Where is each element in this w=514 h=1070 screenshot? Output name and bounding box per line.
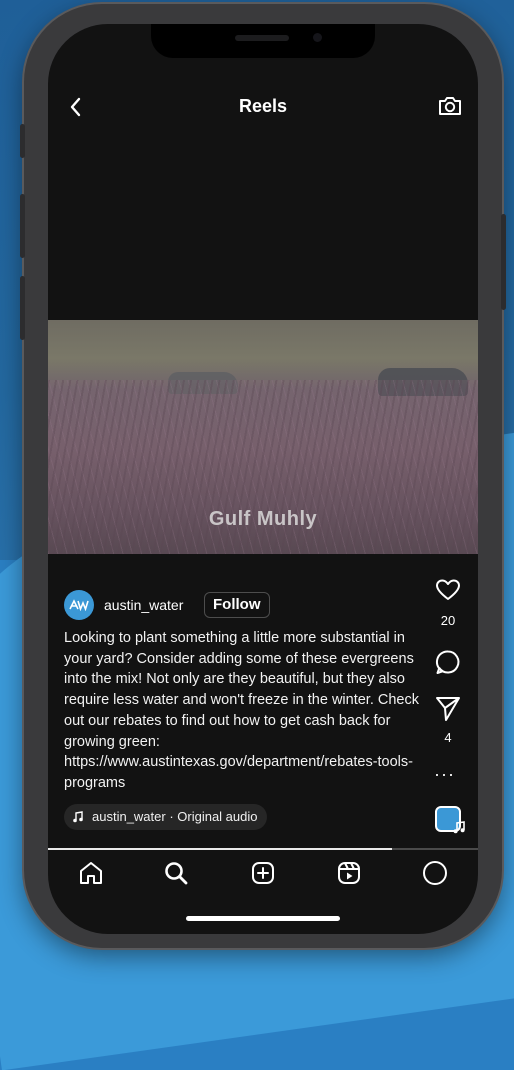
nav-profile-button[interactable] [420, 858, 450, 888]
earpiece-speaker [235, 35, 289, 41]
like-count: 20 [440, 613, 456, 628]
follow-button[interactable]: Follow [204, 592, 270, 618]
like-button[interactable] [434, 576, 462, 604]
music-note-icon [73, 811, 83, 823]
front-camera [313, 33, 322, 42]
comment-icon [436, 650, 460, 674]
nav-reels-button[interactable] [334, 858, 364, 888]
paper-plane-icon [436, 697, 460, 721]
heart-icon [436, 579, 460, 600]
avatar[interactable] [64, 590, 94, 620]
phone-screen: Reels Gulf Muhly austin_water Follow Loo… [48, 24, 478, 934]
nav-home-button[interactable] [76, 858, 106, 888]
reel-video[interactable]: Gulf Muhly [48, 320, 478, 554]
bottom-navigation [48, 858, 478, 892]
audio-label: austin_water · Original audio [92, 809, 258, 824]
share-count: 4 [444, 730, 452, 745]
video-progress-fill [48, 848, 392, 850]
austin-water-logo [69, 599, 89, 611]
username[interactable]: austin_water [104, 597, 183, 613]
camera-icon [439, 97, 461, 115]
video-overlay-text: Gulf Muhly [208, 508, 318, 530]
volume-up-button [20, 194, 25, 258]
page-title: Reels [238, 96, 288, 116]
audio-pill[interactable]: austin_water · Original audio [64, 804, 268, 830]
side-button [501, 214, 506, 310]
nav-create-button[interactable] [248, 858, 278, 888]
post-caption: Looking to plant something a little more… [64, 630, 419, 791]
home-icon [80, 862, 102, 884]
ellipsis-icon[interactable]: ··· [434, 764, 455, 785]
search-icon [165, 862, 188, 885]
reels-header: Reels [48, 84, 478, 128]
home-indicator[interactable] [186, 916, 340, 921]
create-icon [252, 862, 274, 884]
camera-button[interactable] [436, 92, 464, 120]
comment-button[interactable] [434, 648, 462, 676]
reels-icon [338, 862, 360, 884]
music-note-icon [453, 821, 465, 834]
volume-down-button [20, 276, 25, 340]
share-button[interactable] [434, 694, 462, 722]
video-progress-bar[interactable] [48, 848, 478, 850]
notch [151, 24, 375, 58]
nav-search-button[interactable] [161, 858, 191, 888]
silent-switch [20, 124, 25, 158]
profile-icon [423, 861, 447, 885]
